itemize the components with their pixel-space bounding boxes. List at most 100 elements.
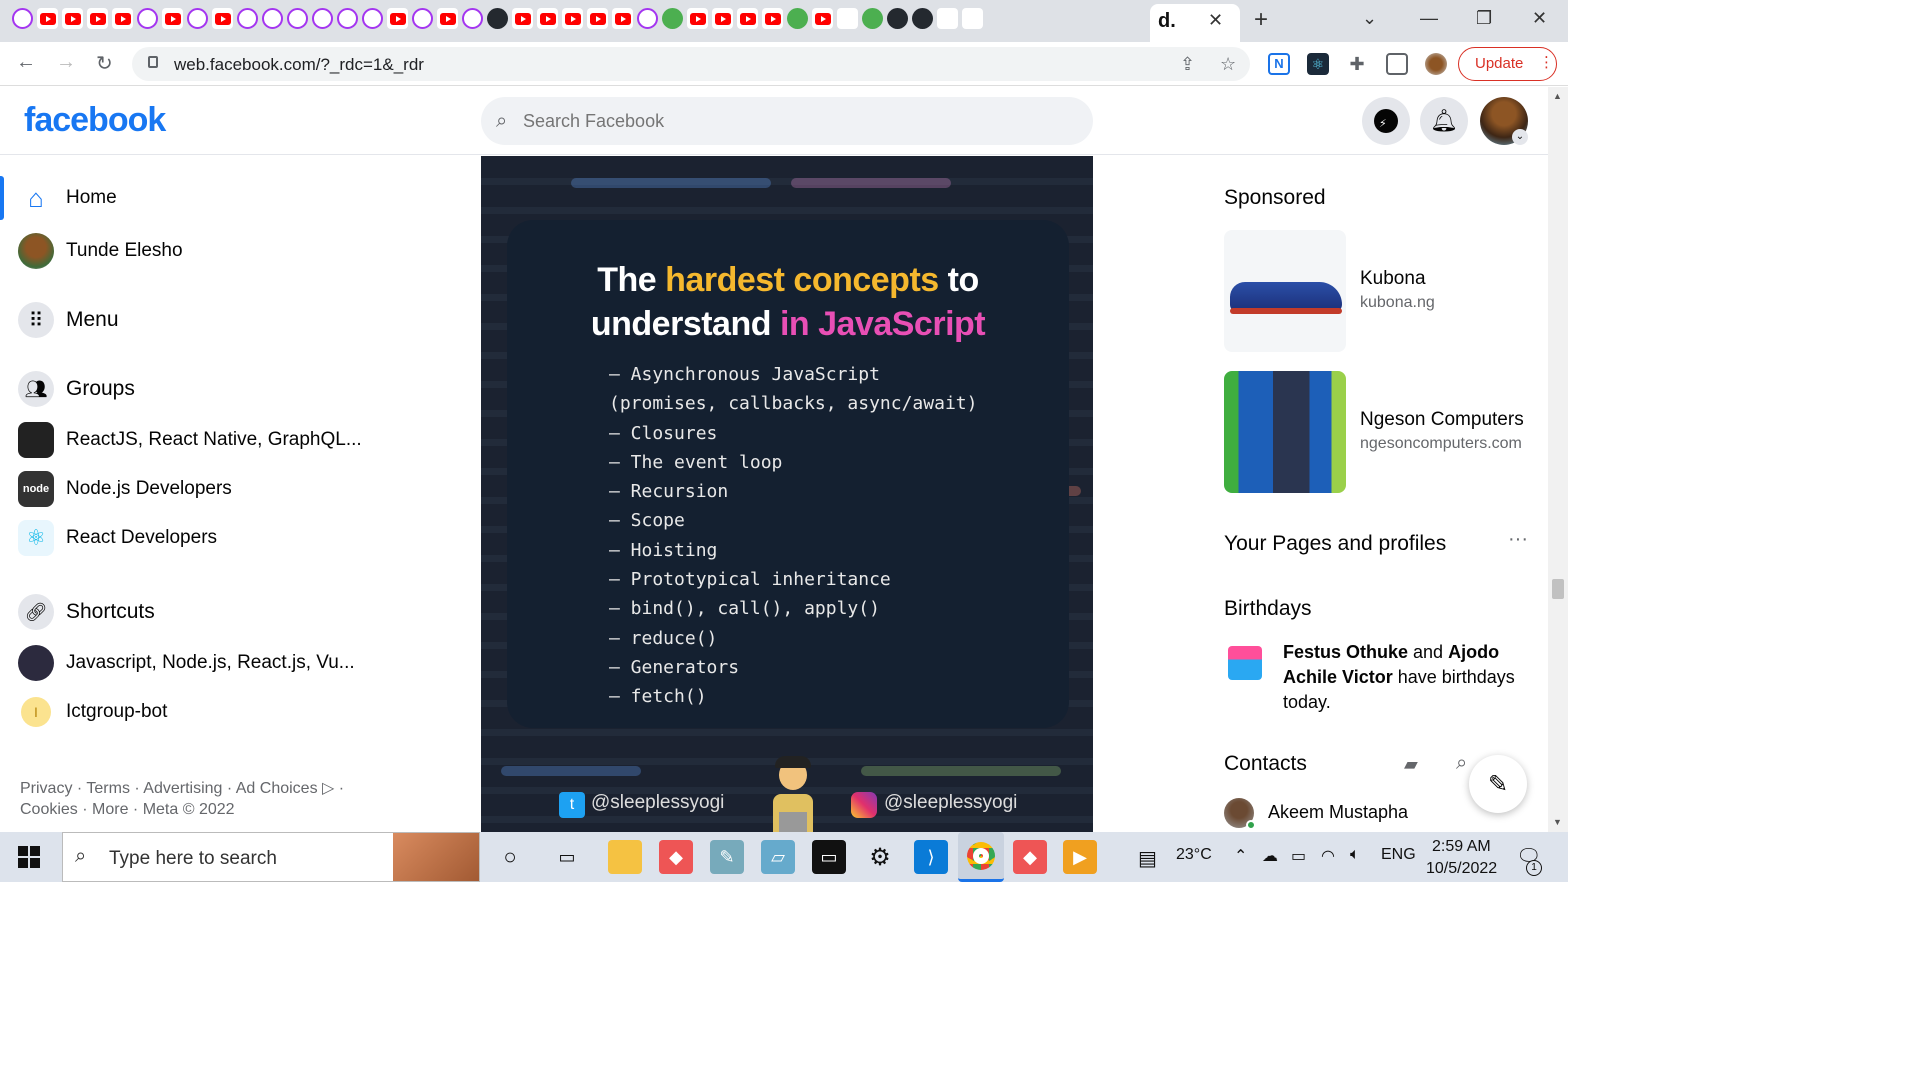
tab-favicon-icon[interactable] bbox=[62, 8, 83, 29]
ad-kubona[interactable]: Kubona kubona.ng bbox=[1224, 230, 1544, 352]
tab-favicon-icon[interactable] bbox=[162, 8, 183, 29]
taskbar-search-box[interactable]: ⌕ Type here to search bbox=[62, 832, 480, 882]
forward-arrow-icon[interactable]: → bbox=[56, 51, 76, 74]
tray-chevron-icon[interactable]: ⌃ bbox=[1234, 846, 1247, 866]
scroll-up-icon[interactable]: ▲ bbox=[1553, 91, 1562, 101]
tab-favicon-icon[interactable] bbox=[637, 8, 658, 29]
nav-shortcuts[interactable]: 🔗︎ Shortcuts bbox=[18, 590, 155, 634]
windows-start-icon[interactable] bbox=[18, 846, 40, 868]
notifications-button[interactable]: 🔔︎ bbox=[1420, 97, 1468, 145]
profile-avatar-icon[interactable] bbox=[1425, 53, 1447, 75]
side-panel-icon[interactable] bbox=[1386, 53, 1408, 75]
account-avatar[interactable]: ⌄ bbox=[1480, 97, 1528, 145]
cortana-icon[interactable]: ○ bbox=[493, 840, 527, 874]
ad-ngeson[interactable]: Ngeson Computers ngesoncomputers.com bbox=[1224, 371, 1544, 493]
nav-profile[interactable]: Tunde Elesho bbox=[18, 229, 183, 273]
back-arrow-icon[interactable]: ← bbox=[16, 51, 36, 74]
nav-shortcut-javascript[interactable]: Javascript, Node.js, React.js, Vu... bbox=[18, 641, 355, 685]
tab-favicon-icon[interactable] bbox=[462, 8, 483, 29]
media-player-icon[interactable]: ▶ bbox=[1063, 840, 1097, 874]
footer-line-1[interactable]: Privacy · Terms · Advertising · Ad Choic… bbox=[20, 778, 360, 799]
ad-ngeson-name[interactable]: Ngeson Computers bbox=[1360, 409, 1524, 431]
ad-ngeson-image[interactable] bbox=[1224, 371, 1346, 493]
feed-post-image[interactable]: The hardest concepts to understand in Ja… bbox=[481, 156, 1093, 832]
tab-favicon-icon[interactable] bbox=[662, 8, 683, 29]
facebook-logo[interactable]: facebook bbox=[24, 101, 166, 140]
tab-favicon-icon[interactable] bbox=[412, 8, 433, 29]
ad-kubona-image[interactable] bbox=[1224, 230, 1346, 352]
tab-favicon-icon[interactable] bbox=[337, 8, 358, 29]
tab-favicon-icon[interactable] bbox=[137, 8, 158, 29]
footer-line-2[interactable]: Cookies · More · Meta © 2022 bbox=[20, 799, 360, 820]
nav-group-react-devs[interactable]: ⚛ React Developers bbox=[18, 516, 217, 560]
tab-favicon-icon[interactable] bbox=[912, 8, 933, 29]
tab-favicon-icon[interactable] bbox=[962, 8, 983, 29]
tab-favicon-icon[interactable] bbox=[612, 8, 633, 29]
tab-favicon-icon[interactable] bbox=[862, 8, 883, 29]
tab-favicon-icon[interactable] bbox=[287, 8, 308, 29]
pinned-tabs[interactable] bbox=[12, 8, 1162, 29]
reload-icon[interactable]: ↻ bbox=[96, 51, 113, 76]
tab-favicon-icon[interactable] bbox=[362, 8, 383, 29]
tab-favicon-icon[interactable] bbox=[737, 8, 758, 29]
git-app-2-icon[interactable]: ◆ bbox=[1013, 840, 1047, 874]
nav-groups[interactable]: 👥︎ Groups bbox=[18, 367, 135, 411]
tab-favicon-icon[interactable] bbox=[262, 8, 283, 29]
facebook-search-input[interactable] bbox=[523, 107, 1063, 135]
tab-favicon-icon[interactable] bbox=[437, 8, 458, 29]
notes-app-icon[interactable]: ▱ bbox=[761, 840, 795, 874]
onedrive-icon[interactable]: ☁ bbox=[1262, 846, 1278, 866]
paint-icon[interactable]: ✎ bbox=[710, 840, 744, 874]
extensions-puzzle-icon[interactable]: ✚ bbox=[1346, 53, 1368, 75]
extension-n-icon[interactable]: N bbox=[1268, 53, 1290, 75]
messenger-button[interactable]: ⚡ bbox=[1362, 97, 1410, 145]
terminal-icon[interactable]: ▭ bbox=[812, 840, 846, 874]
nav-group-reactjs[interactable]: ReactJS, React Native, GraphQL... bbox=[18, 418, 362, 462]
account-chevron-icon[interactable]: ⌄ bbox=[1512, 129, 1528, 145]
tab-favicon-icon[interactable] bbox=[537, 8, 558, 29]
tab-favicon-icon[interactable] bbox=[312, 8, 333, 29]
contact-name[interactable]: Akeem Mustapha bbox=[1268, 802, 1408, 823]
minimize-icon[interactable]: — bbox=[1420, 8, 1438, 29]
language-indicator[interactable]: ENG bbox=[1381, 846, 1416, 864]
vscode-icon[interactable]: ⟩ bbox=[914, 840, 948, 874]
update-button[interactable]: Update ⋮ bbox=[1458, 47, 1557, 81]
active-tab[interactable]: d. bbox=[1150, 4, 1240, 42]
tab-favicon-icon[interactable] bbox=[762, 8, 783, 29]
contacts-search-icon[interactable]: ⌕ bbox=[1456, 752, 1467, 775]
tab-favicon-icon[interactable] bbox=[37, 8, 58, 29]
tab-favicon-icon[interactable] bbox=[12, 8, 33, 29]
tab-favicon-icon[interactable] bbox=[562, 8, 583, 29]
tab-favicon-icon[interactable] bbox=[712, 8, 733, 29]
tab-favicon-icon[interactable] bbox=[212, 8, 233, 29]
scrollbar-thumb[interactable] bbox=[1552, 579, 1564, 599]
temperature[interactable]: 23°C bbox=[1176, 846, 1212, 864]
settings-gear-icon[interactable]: ⚙ bbox=[863, 840, 897, 874]
birthday-person-1[interactable]: Festus Othuke bbox=[1283, 642, 1408, 662]
more-options-icon[interactable]: ··· bbox=[1508, 528, 1528, 551]
nav-group-nodejs[interactable]: node Node.js Developers bbox=[18, 467, 232, 511]
tab-search-chevron-icon[interactable]: ⌄ bbox=[1362, 8, 1377, 29]
kebab-menu-icon[interactable]: ⋮ bbox=[1539, 53, 1554, 71]
volume-icon[interactable]: 🔈︎ bbox=[1350, 846, 1360, 864]
tab-favicon-icon[interactable] bbox=[587, 8, 608, 29]
tab-favicon-icon[interactable] bbox=[87, 8, 108, 29]
birthday-text[interactable]: Festus Othuke and Ajodo Achile Victor ha… bbox=[1283, 640, 1533, 715]
window-close-icon[interactable]: ✕ bbox=[1532, 8, 1547, 29]
tab-favicon-icon[interactable] bbox=[112, 8, 133, 29]
tab-favicon-icon[interactable] bbox=[937, 8, 958, 29]
clock-time[interactable]: 2:59 AM bbox=[1432, 838, 1491, 856]
address-bar[interactable]: web.facebook.com/?_rdc=1&_rdr ⇪ ☆ bbox=[132, 47, 1250, 81]
tab-favicon-icon[interactable] bbox=[887, 8, 908, 29]
nav-shortcut-ictgroup[interactable]: I Ictgroup-bot bbox=[18, 690, 167, 734]
video-call-icon[interactable]: ▰ bbox=[1404, 754, 1418, 775]
new-message-button[interactable]: ✎ bbox=[1469, 755, 1527, 813]
bookmark-star-icon[interactable]: ☆ bbox=[1220, 54, 1236, 75]
tab-favicon-icon[interactable] bbox=[687, 8, 708, 29]
tab-favicon-icon[interactable] bbox=[487, 8, 508, 29]
tab-favicon-icon[interactable] bbox=[187, 8, 208, 29]
ad-ngeson-url[interactable]: ngesoncomputers.com bbox=[1360, 435, 1522, 453]
weather-icon[interactable]: ▤ bbox=[1138, 846, 1157, 871]
clock-date[interactable]: 10/5/2022 bbox=[1426, 860, 1497, 878]
ad-kubona-name[interactable]: Kubona bbox=[1360, 268, 1426, 290]
